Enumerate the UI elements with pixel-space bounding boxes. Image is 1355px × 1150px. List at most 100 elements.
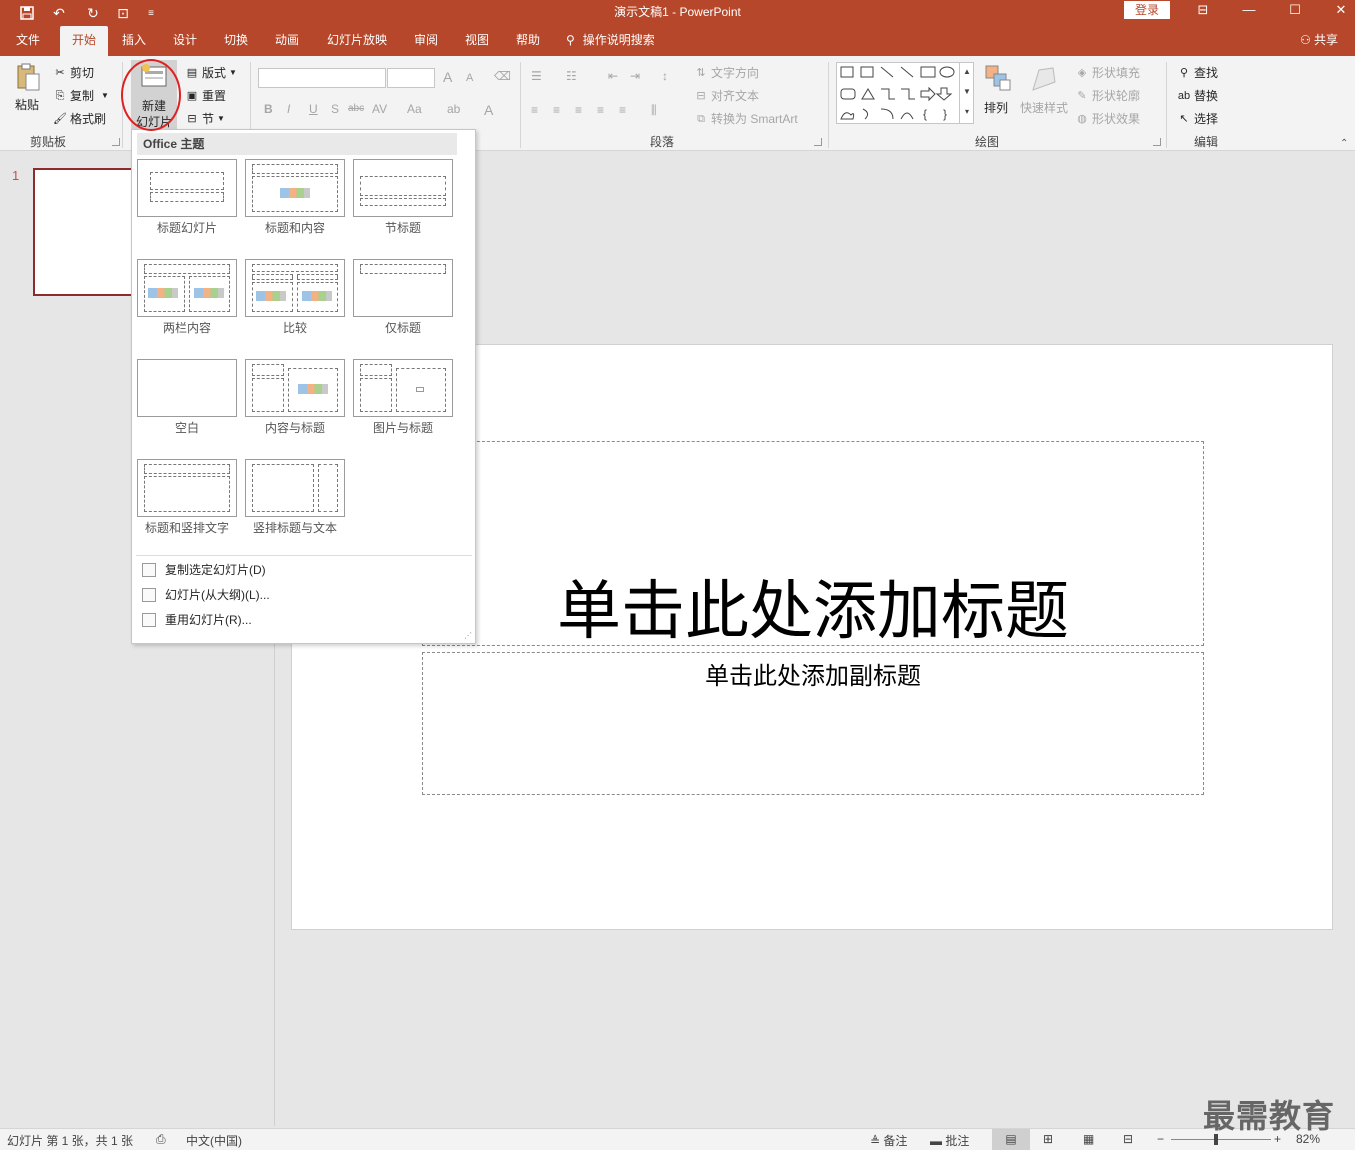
strikethrough-button[interactable]: abc (348, 103, 364, 114)
increase-indent-icon[interactable]: ⇥ (630, 69, 640, 83)
notes-button[interactable]: ≜ 备注 (870, 1132, 907, 1149)
layout-label: 竖排标题与文本 (252, 521, 337, 535)
tab-slideshow[interactable]: 幻灯片放映 (320, 26, 394, 56)
clear-formatting-icon[interactable]: ⌫ (494, 69, 511, 83)
ribbon-tab-bar: 文件 开始 插入 设计 切换 动画 幻灯片放映 审阅 视图 帮助 ⚲ 操作说明搜索… (0, 26, 1355, 56)
lightbulb-icon: ⚲ (566, 33, 575, 47)
bullets-icon[interactable]: ☰ (531, 69, 542, 83)
shape-fill-button[interactable]: ◈ 形状填充 (1075, 64, 1140, 81)
shape-effects-button[interactable]: ◍ 形状效果 (1075, 110, 1140, 127)
slideshow-view-icon[interactable]: ⊟ (1123, 1132, 1133, 1146)
tell-me-search[interactable]: ⚲ 操作说明搜索 (566, 26, 676, 56)
layout-title-content[interactable] (245, 159, 345, 217)
ribbon-display-options-icon[interactable]: ⊟ (1180, 0, 1226, 22)
arrange-icon (985, 65, 1011, 91)
tab-home[interactable]: 开始 (60, 26, 108, 56)
zoom-out-button[interactable]: − (1157, 1132, 1164, 1146)
font-size-combo[interactable] (387, 68, 435, 88)
reading-view-icon[interactable]: ▦ (1083, 1132, 1094, 1146)
tab-transitions[interactable]: 切换 (214, 26, 258, 56)
title-bar: ↶ ↻ ⊡ ≡ 演示文稿1 - PowerPoint 登录 ⊟ — ☐ ✕ (0, 0, 1355, 26)
subtitle-placeholder[interactable]: 单击此处添加副标题 (422, 652, 1204, 795)
quick-styles-button[interactable]: 快速样式 (1020, 64, 1068, 116)
highlight-icon[interactable]: ab (447, 102, 460, 116)
replace-button[interactable]: ab 替换 (1177, 87, 1218, 104)
select-button[interactable]: ↖ 选择 (1177, 110, 1218, 127)
format-painter-button[interactable]: 🖌 格式刷 (53, 110, 106, 127)
layout-two-content[interactable] (137, 259, 237, 317)
layout-title-slide[interactable] (137, 159, 237, 217)
tab-animations[interactable]: 动画 (265, 26, 309, 56)
shape-outline-button[interactable]: ✎ 形状轮廓 (1075, 87, 1140, 104)
columns-icon[interactable]: ⫼ (651, 103, 657, 118)
italic-button[interactable]: I (287, 102, 290, 116)
tab-help[interactable]: 帮助 (506, 26, 550, 56)
tab-view[interactable]: 视图 (455, 26, 499, 56)
spelling-check-icon[interactable]: ⎙ (156, 1132, 166, 1147)
duplicate-slide-item[interactable]: 复制选定幻灯片(D) (138, 559, 458, 581)
paste-button[interactable] (12, 62, 44, 92)
layout-comparison[interactable] (245, 259, 345, 317)
comments-button[interactable]: ▬ 批注 (930, 1132, 969, 1149)
copy-button[interactable]: ⎘ 复制 ▼ (53, 87, 109, 104)
shapes-gallery[interactable]: { } (836, 62, 974, 124)
tab-insert[interactable]: 插入 (112, 26, 156, 56)
justify-icon[interactable]: ≡ (597, 103, 604, 117)
character-spacing-button[interactable]: AV (372, 102, 387, 116)
title-placeholder[interactable]: 单击此处添加标题 (422, 441, 1204, 649)
layout-picture-caption[interactable] (353, 359, 453, 417)
tab-design[interactable]: 设计 (163, 26, 207, 56)
layout-blank[interactable] (137, 359, 237, 417)
login-button[interactable]: 登录 (1124, 1, 1170, 19)
layout-vertical-title-text[interactable] (245, 459, 345, 517)
minimize-button[interactable]: — (1226, 0, 1272, 22)
align-center-icon[interactable]: ≡ (553, 103, 560, 117)
tab-file[interactable]: 文件 (4, 26, 52, 56)
change-case-button[interactable]: Aa (407, 102, 422, 116)
text-direction-button[interactable]: ⇅ 文字方向 (694, 64, 759, 81)
bold-button[interactable]: B (264, 102, 273, 116)
reset-button[interactable]: ▣ 重置 (185, 87, 226, 104)
shrink-font-button[interactable]: A (466, 72, 473, 84)
tab-review[interactable]: 审阅 (404, 26, 448, 56)
layout-title-vertical-text[interactable] (137, 459, 237, 517)
arrange-button[interactable]: 排列 (984, 64, 1012, 116)
clipboard-launcher-icon[interactable] (112, 138, 120, 146)
find-button[interactable]: ⚲ 查找 (1177, 64, 1218, 81)
slides-from-outline-item[interactable]: 幻灯片(从大纲)(L)... (138, 584, 458, 606)
normal-view-icon[interactable]: ▤ (992, 1129, 1030, 1150)
language-status[interactable]: 中文(中国) (186, 1132, 242, 1149)
close-button[interactable]: ✕ (1318, 0, 1355, 22)
duplicate-slide-label: 复制选定幻灯片(D) (165, 563, 266, 577)
underline-button[interactable]: U (309, 102, 318, 116)
convert-smartart-button[interactable]: ⧉ 转换为 SmartArt (694, 110, 798, 127)
zoom-slider[interactable] (1171, 1139, 1271, 1140)
font-name-combo[interactable] (258, 68, 386, 88)
layout-button[interactable]: ▤ 版式 ▼ (185, 64, 237, 81)
align-right-icon[interactable]: ≡ (575, 103, 582, 117)
copy-label: 复制 (70, 89, 95, 103)
align-left-icon[interactable]: ≡ (531, 103, 538, 117)
align-text-button[interactable]: ⊟ 对齐文本 (694, 87, 759, 104)
drawing-launcher-icon[interactable] (1153, 138, 1161, 146)
paragraph-launcher-icon[interactable] (814, 138, 822, 146)
shadow-button[interactable]: S (331, 102, 339, 116)
decrease-indent-icon[interactable]: ⇤ (608, 69, 618, 83)
section-button[interactable]: ⊟ 节 ▼ (185, 110, 225, 127)
shapes-scroll[interactable]: ▲ ▼ ▾ (959, 62, 974, 124)
cut-button[interactable]: ✂ 剪切 (53, 64, 94, 81)
maximize-button[interactable]: ☐ (1272, 0, 1318, 22)
numbering-icon[interactable]: ☷ (566, 69, 577, 83)
layout-title-only[interactable] (353, 259, 453, 317)
layout-section-header[interactable] (353, 159, 453, 217)
share-button[interactable]: ⚇ 共享 (1294, 26, 1344, 56)
line-spacing-icon[interactable]: ↕ (662, 69, 668, 83)
distributed-icon[interactable]: ≡ (619, 103, 626, 117)
slide-sorter-icon[interactable]: ⊞ (1043, 1132, 1053, 1146)
layout-content-caption[interactable] (245, 359, 345, 417)
font-color-button[interactable]: A (484, 102, 493, 118)
resize-grip-icon[interactable]: ⋰ (464, 632, 472, 640)
collapse-ribbon-icon[interactable]: ⌃ (1340, 138, 1348, 149)
reuse-slides-item[interactable]: 重用幻灯片(R)... (138, 609, 458, 631)
grow-font-button[interactable]: A (443, 69, 452, 85)
